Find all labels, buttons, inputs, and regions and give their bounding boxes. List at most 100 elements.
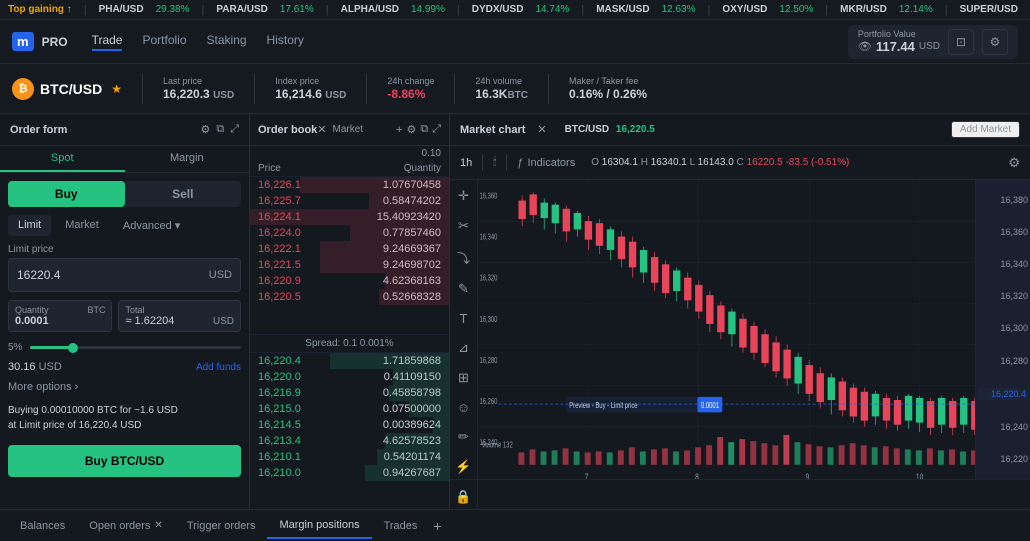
- indicators-button[interactable]: ƒ Indicators: [517, 157, 575, 169]
- tab-market[interactable]: Market: [55, 215, 109, 236]
- ticker-mkr[interactable]: MKR/USD: [840, 4, 887, 15]
- ticker-super[interactable]: SUPER/USD: [960, 4, 1018, 15]
- buy-order-row[interactable]: 16,216.9 0.45858798: [250, 385, 449, 401]
- face-icon[interactable]: ☺: [457, 400, 470, 415]
- plus-icon[interactable]: +: [396, 124, 402, 136]
- symbol-icon: ₿: [12, 78, 34, 100]
- logo-m: m: [12, 32, 34, 51]
- settings-icon[interactable]: ⚙: [200, 123, 210, 136]
- buy-sell-tabs: Buy Sell: [8, 181, 241, 207]
- ticker-mask[interactable]: MASK/USD: [596, 4, 649, 15]
- buy-button[interactable]: Buy BTC/USD: [8, 445, 241, 477]
- crosshair-icon[interactable]: ✛: [458, 188, 469, 204]
- scissors-icon[interactable]: ✂: [458, 218, 469, 234]
- measure-icon[interactable]: ⊿: [458, 340, 469, 356]
- close-icon[interactable]: ✕: [317, 123, 326, 136]
- text-icon[interactable]: T: [460, 311, 468, 326]
- ticker-para[interactable]: PARA/USD: [216, 4, 267, 15]
- pencil-icon[interactable]: ✏: [458, 429, 469, 445]
- ticker-pha[interactable]: PHA/USD: [99, 4, 144, 15]
- nav-history[interactable]: History: [267, 33, 304, 51]
- open-orders-close[interactable]: ✕: [154, 520, 162, 531]
- candle-icon[interactable]: 🕯: [493, 156, 496, 169]
- chart-header: Market chart ✕ BTC/USD 16,220.5 Add Mark…: [450, 114, 1030, 146]
- tab-buy[interactable]: Buy: [8, 181, 125, 207]
- expand-icon-2[interactable]: ⤢: [432, 123, 441, 136]
- trend-icon[interactable]: ⤵: [457, 248, 470, 267]
- nav-trade[interactable]: Trade: [92, 33, 123, 51]
- slider-row[interactable]: 5%: [8, 342, 241, 353]
- tab-margin-positions[interactable]: Margin positions: [267, 513, 371, 539]
- chart-panel: Market chart ✕ BTC/USD 16,220.5 Add Mark…: [450, 114, 1030, 509]
- tab-limit[interactable]: Limit: [8, 215, 51, 236]
- sell-order-row[interactable]: 16,220.9 4.62368163: [250, 273, 449, 289]
- symbol-name[interactable]: BTC/USD: [40, 81, 102, 97]
- sell-order-row[interactable]: 16,224.1 15.40923420: [250, 209, 449, 225]
- sell-order-row[interactable]: 16,224.0 0.77857460: [250, 225, 449, 241]
- sell-order-row[interactable]: 16,222.1 9.24669367: [250, 241, 449, 257]
- sell-order-row[interactable]: 16,220.5 0.52668328: [250, 289, 449, 305]
- quantity-box[interactable]: Quantity BTC 0.0001: [8, 300, 112, 332]
- nav-portfolio[interactable]: Portfolio: [142, 33, 186, 51]
- qty-total-row: Quantity BTC 0.0001 Total ≈ 1.62204 USD: [8, 300, 241, 332]
- expand-icon[interactable]: ⤢: [230, 123, 239, 136]
- svg-text:16,280: 16,280: [479, 356, 497, 365]
- slider-thumb[interactable]: [68, 343, 78, 353]
- sell-order-row[interactable]: 16,226.1 1.07670458: [250, 177, 449, 193]
- buy-order-row[interactable]: 16,213.4 4.62578523: [250, 433, 449, 449]
- tab-margin[interactable]: Margin: [125, 146, 250, 172]
- tb-sep-1: [482, 155, 483, 171]
- portfolio-amount: 117.44: [876, 39, 915, 54]
- ticker-label: Top gaining ↑: [8, 4, 72, 15]
- chart-symbol[interactable]: BTC/USD 16,220.5: [565, 124, 655, 135]
- add-funds-button[interactable]: Add funds: [196, 362, 241, 373]
- ticker-oxy[interactable]: OXY/USD: [722, 4, 767, 15]
- tab-trigger-orders[interactable]: Trigger orders: [175, 514, 268, 538]
- tab-trades[interactable]: Trades: [372, 514, 430, 538]
- sell-order-row[interactable]: 16,221.5 9.24698702: [250, 257, 449, 273]
- monitor-icon-btn[interactable]: ⊡: [948, 29, 974, 55]
- slider-track[interactable]: [30, 346, 241, 349]
- timeframe-1h[interactable]: 1h: [460, 157, 472, 169]
- magnet-icon[interactable]: ⚡: [455, 459, 471, 475]
- tab-open-orders[interactable]: Open orders ✕: [77, 514, 175, 538]
- ticker-dydx[interactable]: DYDX/USD: [472, 4, 524, 15]
- pen-icon[interactable]: ✎: [458, 281, 469, 297]
- tab-balances[interactable]: Balances: [8, 514, 77, 538]
- grid-icon[interactable]: ⊞: [458, 370, 469, 386]
- tab-advanced[interactable]: Advanced ▾: [113, 215, 190, 236]
- star-icon[interactable]: ★: [111, 82, 122, 96]
- buy-order-row[interactable]: 16,214.5 0.00389624: [250, 417, 449, 433]
- copy-icon-2[interactable]: ⧉: [420, 123, 428, 136]
- ticker-alpha[interactable]: ALPHA/USD: [341, 4, 399, 15]
- add-market-button[interactable]: Add Market: [951, 121, 1020, 138]
- eye-icon[interactable]: 👁: [858, 40, 872, 53]
- main-header: m PRO Trade Portfolio Staking History Po…: [0, 20, 1030, 64]
- sell-order-row[interactable]: 16,225.7 0.58474202: [250, 193, 449, 209]
- add-tab-icon[interactable]: +: [429, 518, 445, 534]
- spot-margin-tabs: Spot Margin: [0, 146, 249, 173]
- limit-price-input[interactable]: [17, 268, 209, 282]
- lock-icon[interactable]: 🔒: [455, 489, 471, 505]
- buy-order-row[interactable]: 16,220.0 0.41109150: [250, 369, 449, 385]
- buy-order-row[interactable]: 16,215.0 0.07500000: [250, 401, 449, 417]
- copy-icon[interactable]: ⧉: [216, 123, 224, 136]
- chart-settings-icon[interactable]: ⚙: [1008, 155, 1020, 171]
- order-type-tabs: Limit Market Advanced ▾: [8, 215, 241, 236]
- nav-staking[interactable]: Staking: [207, 33, 247, 51]
- indicators-icon: ƒ: [517, 157, 523, 169]
- tab-spot[interactable]: Spot: [0, 146, 125, 172]
- ob-volume: 0.10: [250, 146, 449, 161]
- logo-pro: PRO: [42, 35, 68, 49]
- buy-order-row[interactable]: 16,210.0 0.94267687: [250, 465, 449, 481]
- svg-text:16,260: 16,260: [479, 397, 497, 406]
- limit-price-input-row[interactable]: USD: [8, 258, 241, 292]
- settings-icon-btn[interactable]: ⚙: [982, 29, 1008, 55]
- chart-close-icon[interactable]: ✕: [537, 123, 546, 136]
- buy-order-row[interactable]: 16,210.1 0.54201174: [250, 449, 449, 465]
- settings-icon-2[interactable]: ⚙: [406, 123, 416, 136]
- market-tab[interactable]: Market: [333, 124, 364, 135]
- more-options[interactable]: More options ›: [8, 381, 241, 393]
- buy-order-row[interactable]: 16,220.4 1.71859868: [250, 353, 449, 369]
- tab-sell[interactable]: Sell: [125, 181, 242, 207]
